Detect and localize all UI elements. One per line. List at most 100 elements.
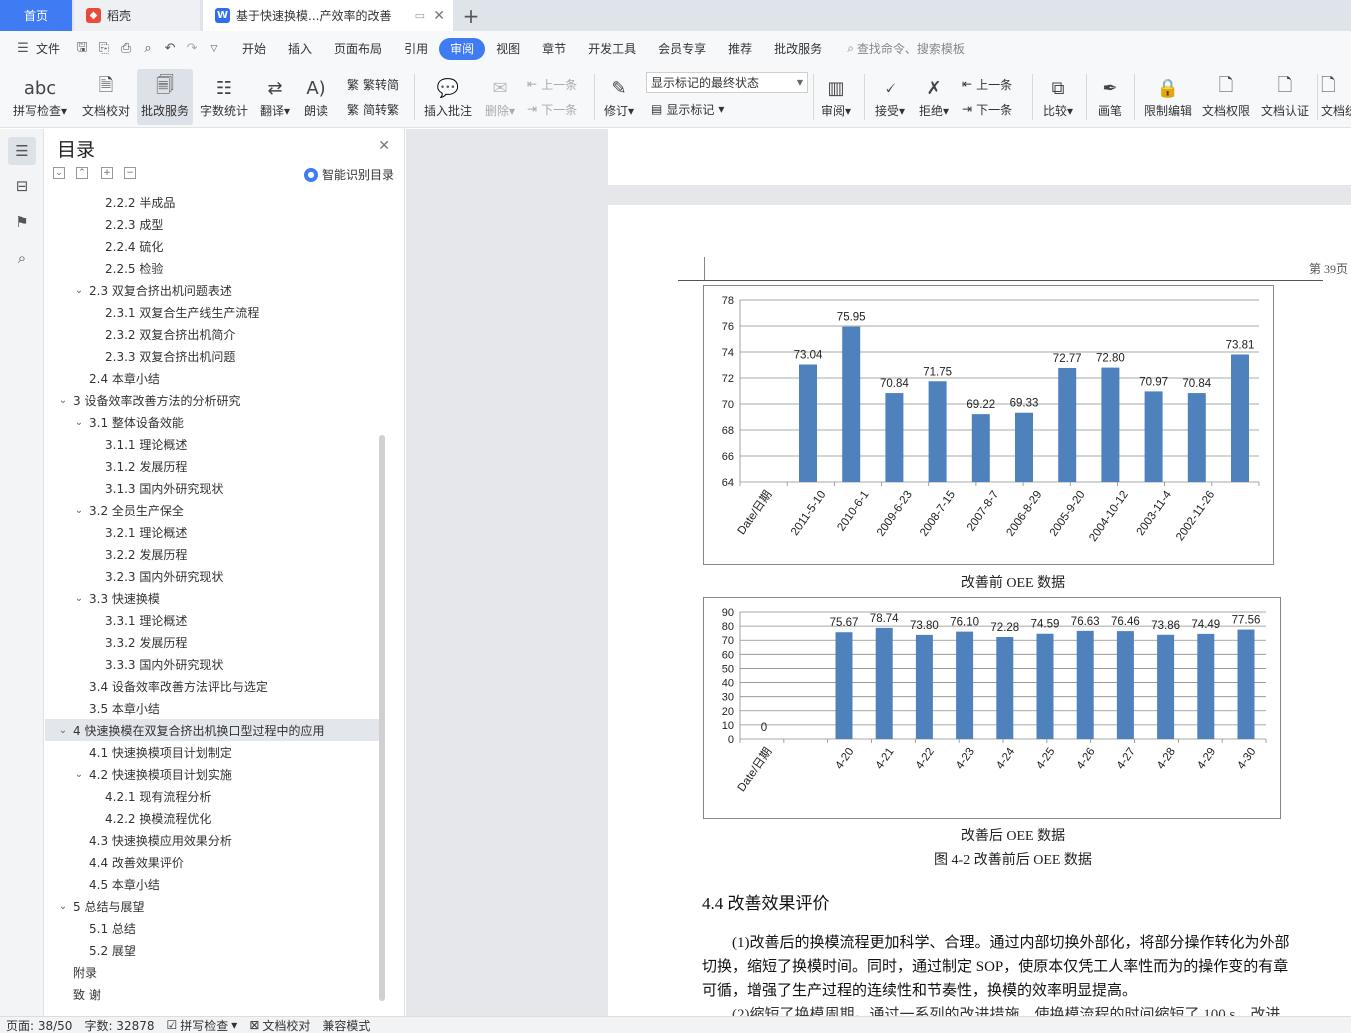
menu-tab-0[interactable]: 开始 (231, 38, 277, 60)
toc-item[interactable]: 3.1.1 理论概述 (45, 433, 379, 455)
close-panel-icon[interactable]: ✕ (378, 138, 390, 154)
toc-item[interactable]: 4.4 改善效果评价 (45, 851, 379, 873)
pen-button[interactable]: ✒ 画笔 (1092, 69, 1128, 125)
simp-to-trad-button[interactable]: 繁简转繁 (347, 98, 399, 120)
chevron-down-icon[interactable]: ⌄ (73, 505, 85, 516)
toc-item[interactable]: 4.2.1 现有流程分析 (45, 785, 379, 807)
toc-item[interactable]: 3.1.3 国内外研究现状 (45, 477, 379, 499)
toc-item[interactable]: 5.2 展望 (45, 939, 379, 961)
expand-up-icon[interactable]: ⌃ (76, 167, 88, 179)
word-count-indicator[interactable]: 字数: 32878 (78, 1017, 160, 1033)
toc-scrollbar[interactable] (379, 435, 385, 1001)
export-pdf-icon[interactable]: ⎘ (93, 38, 115, 60)
toc-item[interactable]: ⌄ 3.2 全员生产保全 (45, 499, 379, 521)
reject-button[interactable]: ✗ 拒绝▾ (915, 69, 953, 125)
chevron-down-icon[interactable]: ⌄ (57, 725, 69, 736)
doc-certify-button[interactable]: 🗋 文档认证 (1257, 69, 1313, 125)
chevron-down-icon[interactable]: ⌄ (73, 769, 85, 780)
print-icon[interactable]: ⎙ (115, 38, 137, 60)
tab-daoke[interactable]: ◆ 稻壳 (74, 0, 200, 31)
menu-tab-5[interactable]: 视图 (485, 38, 531, 60)
toc-item[interactable]: 3.3.2 发展历程 (45, 631, 379, 653)
doc-more-button[interactable]: 🗋 文档统 (1321, 69, 1351, 125)
next-comment-button[interactable]: ⇥ 下一条 (527, 98, 577, 120)
toc-item[interactable]: 致 谢 (45, 983, 379, 1005)
toc-item[interactable]: ⌄ 4 快速换模在双复合挤出机换口型过程中的应用 (45, 719, 379, 741)
doc-permission-button[interactable]: 🗋 文档权限 (1198, 69, 1254, 125)
toc-item[interactable]: ⌄ 3.3 快速换模 (45, 587, 379, 609)
toc-item[interactable]: 3.2.1 理论概述 (45, 521, 379, 543)
menu-tab-1[interactable]: 插入 (277, 38, 323, 60)
toc-item[interactable]: 3.3.1 理论概述 (45, 609, 379, 631)
add-heading-icon[interactable]: + (101, 167, 113, 179)
menu-file[interactable]: 文件 (34, 38, 71, 60)
collapse-all-icon[interactable]: ⌄ (53, 167, 65, 179)
menu-tab-6[interactable]: 章节 (531, 38, 577, 60)
redo-icon[interactable]: ↷ (181, 38, 203, 60)
prev-change-button[interactable]: ⇤ 上一条 (962, 73, 1012, 95)
toc-item[interactable]: ⌄ 5 总结与展望 (45, 895, 379, 917)
doc-proof-status[interactable]: ⊠ 文档校对 (243, 1017, 316, 1033)
read-aloud-button[interactable]: A) 朗读 (298, 69, 334, 125)
page-indicator[interactable]: 页面: 38/50 (0, 1017, 78, 1033)
spell-check-status[interactable]: ☑ 拼写检查 ▾ (161, 1017, 244, 1033)
hamburger-icon[interactable]: ☰ (12, 38, 34, 60)
toc-item[interactable]: 2.3.1 双复合生产线生产流程 (45, 301, 379, 323)
chapter-nav-icon[interactable]: ⊟ (8, 172, 36, 200)
pin-icon[interactable]: ▭ (415, 9, 425, 22)
toc-item[interactable]: ⌄ 4.2 快速换模项目计划实施 (45, 763, 379, 785)
print-preview-icon[interactable]: ⌕ (137, 38, 159, 60)
toc-item[interactable]: 2.3.2 双复合挤出机简介 (45, 323, 379, 345)
smart-toc-button[interactable]: ● 智能识别目录 (303, 166, 394, 183)
chevron-down-icon[interactable]: ⌄ (73, 285, 85, 296)
toc-item[interactable]: ⌄ 2.3 双复合挤出机问题表述 (45, 279, 379, 301)
chevron-down-icon[interactable]: ⌄ (57, 901, 69, 912)
toc-item[interactable]: 3.2.3 国内外研究现状 (45, 565, 379, 587)
quick-access-dropdown-icon[interactable]: ▽ (203, 38, 225, 60)
close-tab-icon[interactable]: ✕ (433, 8, 445, 24)
toc-item[interactable]: 3.5 本章小结 (45, 697, 379, 719)
new-tab-button[interactable]: + (458, 0, 484, 31)
toc-item[interactable]: 5.1 总结 (45, 917, 379, 939)
trad-to-simp-button[interactable]: 繁繁转简 (347, 73, 399, 95)
menu-tab-7[interactable]: 开发工具 (577, 38, 647, 60)
toc-item[interactable]: 2.4 本章小结 (45, 367, 379, 389)
tab-home[interactable]: 首页 (0, 0, 72, 31)
toc-item[interactable]: 2.2.3 成型 (45, 213, 379, 235)
toc-item[interactable]: 2.2.2 半成品 (45, 191, 379, 213)
restrict-edit-button[interactable]: 🔒 限制编辑 (1140, 69, 1196, 125)
search-icon[interactable]: ⌕ (8, 244, 36, 272)
menu-tab-9[interactable]: 推荐 (717, 38, 763, 60)
toc-item[interactable]: 2.3.3 双复合挤出机问题 (45, 345, 379, 367)
toc-item[interactable]: ⌄ 3.1 整体设备效能 (45, 411, 379, 433)
review-service-button[interactable]: 🗐 批改服务 (137, 69, 193, 125)
bookmark-icon[interactable]: ⚑ (8, 208, 36, 236)
chevron-down-icon[interactable]: ⌄ (57, 395, 69, 406)
toc-item[interactable]: 3.4 设备效率改善方法评比与选定 (45, 675, 379, 697)
review-pane-button[interactable]: ▥ 审阅▾ (817, 69, 855, 125)
accept-button[interactable]: 🗸 接受▾ (870, 69, 910, 125)
toc-item[interactable]: ⌄ 3 设备效率改善方法的分析研究 (45, 389, 379, 411)
toc-item[interactable]: 4.3 快速换模应用效果分析 (45, 829, 379, 851)
toc-panel-icon[interactable]: ☰ (8, 137, 36, 165)
menu-tab-4[interactable]: 审阅 (439, 37, 486, 60)
compare-button[interactable]: ⧉ 比较▾ (1038, 69, 1078, 125)
toc-item[interactable]: 3.1.2 发展历程 (45, 455, 379, 477)
prev-comment-button[interactable]: ⇤ 上一条 (527, 73, 577, 95)
show-markup-button[interactable]: ▤ 显示标记 ▾ (651, 98, 724, 120)
next-change-button[interactable]: ⇥ 下一条 (962, 98, 1012, 120)
menu-tab-2[interactable]: 页面布局 (323, 38, 393, 60)
delete-comment-button[interactable]: ✉ 删除▾ (480, 69, 520, 125)
chevron-down-icon[interactable]: ⌄ (73, 593, 85, 604)
toc-item[interactable]: 3.3.3 国内外研究现状 (45, 653, 379, 675)
chevron-down-icon[interactable]: ⌄ (73, 417, 85, 428)
undo-icon[interactable]: ↶ (159, 38, 181, 60)
save-icon[interactable]: 🖫 (71, 38, 93, 60)
toc-item[interactable]: 4.1 快速换模项目计划制定 (45, 741, 379, 763)
doc-proof-button[interactable]: 🗎 文档校对 (76, 69, 136, 125)
translate-button[interactable]: ⇄ 翻译▾ (255, 69, 295, 125)
remove-heading-icon[interactable]: − (124, 167, 136, 179)
toc-item[interactable]: 2.2.4 硫化 (45, 235, 379, 257)
menu-tab-3[interactable]: 引用 (393, 38, 439, 60)
toc-item[interactable]: 附录 (45, 961, 379, 983)
